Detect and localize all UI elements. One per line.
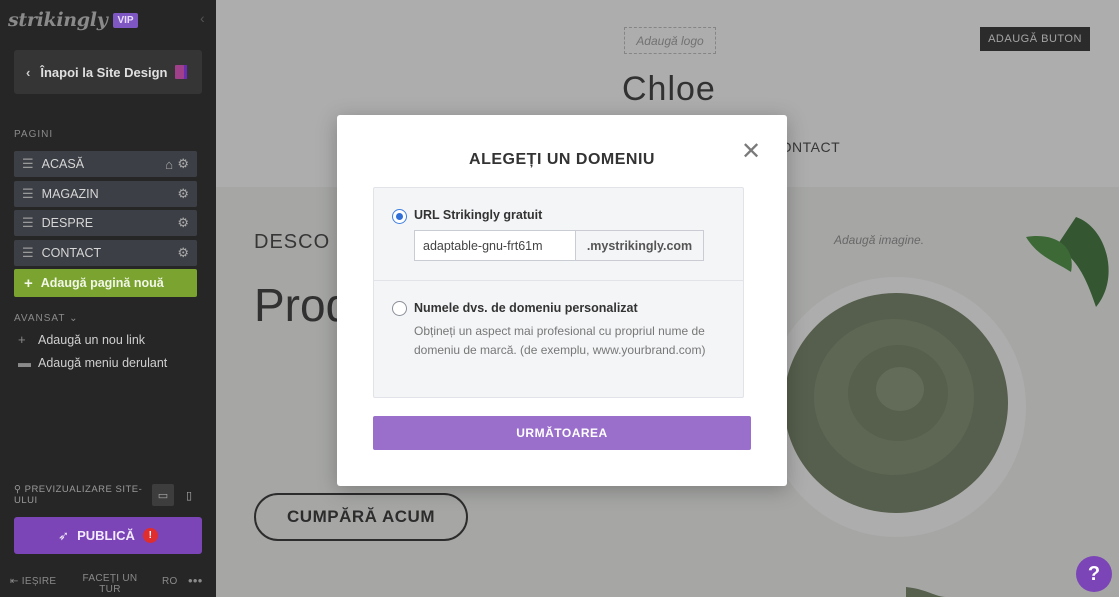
exit-label: IEȘIRE xyxy=(21,576,57,587)
help-button[interactable]: ? xyxy=(1076,556,1112,592)
custom-domain-label[interactable]: Numele dvs. de domeniu personalizat xyxy=(414,301,638,315)
gear-icon[interactable]: ⚙ xyxy=(177,215,189,231)
add-page-button[interactable]: + Adaugă pagină nouă xyxy=(14,269,197,297)
back-to-site-design-button[interactable]: ‹ Înapoi la Site Design xyxy=(14,50,202,94)
preview-row: ⚲ PREVIZUALIZARE SITE-ULUI ▭ ▯ xyxy=(14,484,202,508)
modal-title: ALEGEȚI UN DOMENIU xyxy=(469,151,655,168)
page-item-acasa[interactable]: ☰ ACASĂ ⌂ ⚙ xyxy=(14,151,197,177)
free-url-radio[interactable] xyxy=(392,209,407,224)
custom-domain-description: Obțineți un aspect mai profesional cu pr… xyxy=(414,324,706,357)
domain-suffix: .mystrikingly.com xyxy=(575,230,704,261)
subdomain-input[interactable]: adaptable-gnu-frt61m xyxy=(414,230,576,261)
collapse-sidebar-icon[interactable]: ‹ xyxy=(200,10,205,26)
book-icon xyxy=(175,65,188,79)
drag-handle-icon[interactable]: ☰ xyxy=(22,215,34,231)
rocket-icon: ➶ xyxy=(58,527,70,543)
back-button-label: Înapoi la Site Design xyxy=(40,64,168,80)
arrow-left-icon: ⇤ xyxy=(10,576,22,587)
next-button[interactable]: URMĂTOAREA xyxy=(373,416,751,450)
page-item-label: CONTACT xyxy=(41,246,102,260)
advanced-label: AVANSAT xyxy=(14,313,66,324)
publish-label: PUBLICĂ xyxy=(77,528,135,543)
page-item-despre[interactable]: ☰ DESPRE ⚙ xyxy=(14,210,197,236)
strikingly-logo[interactable]: strikingly xyxy=(8,9,108,31)
add-dropdown-button[interactable]: ▬ Adaugă meniu derulant xyxy=(18,355,167,370)
publish-button[interactable]: ➶ PUBLICĂ ! xyxy=(14,517,202,554)
domain-options: URL Strikingly gratuit adaptable-gnu-frt… xyxy=(373,187,744,398)
pages-section-label: PAGINI xyxy=(14,129,54,140)
chevron-down-icon: ⌄ xyxy=(69,313,79,324)
more-icon[interactable]: ••• xyxy=(188,573,203,588)
page-item-magazin[interactable]: ☰ MAGAZIN ⚙ xyxy=(14,181,197,207)
close-icon[interactable]: ✕ xyxy=(741,137,761,166)
take-tour-button[interactable]: FACEȚI UN TUR xyxy=(80,573,140,595)
advanced-toggle[interactable]: AVANSAT ⌄ xyxy=(14,313,78,324)
gear-icon[interactable]: ⚙ xyxy=(177,245,189,261)
folder-icon: ▬ xyxy=(18,355,31,370)
home-icon: ⌂ xyxy=(165,156,173,172)
drag-handle-icon[interactable]: ☰ xyxy=(22,186,34,202)
gear-icon[interactable]: ⚙ xyxy=(177,186,189,202)
drag-handle-icon[interactable]: ☰ xyxy=(22,156,34,172)
preview-site-button[interactable]: ⚲ PREVIZUALIZARE SITE-ULUI xyxy=(14,484,150,506)
custom-domain-radio[interactable] xyxy=(392,301,407,316)
mobile-icon[interactable]: ▯ xyxy=(178,484,200,506)
page-item-label: MAGAZIN xyxy=(41,187,99,201)
page-item-contact[interactable]: ☰ CONTACT ⚙ xyxy=(14,240,197,266)
sidebar-footer: ⇤ IEȘIRE FACEȚI UN TUR RO ••• xyxy=(0,570,216,597)
language-selector[interactable]: RO xyxy=(162,576,178,587)
free-url-label[interactable]: URL Strikingly gratuit xyxy=(414,208,542,222)
warning-icon: ! xyxy=(142,528,158,543)
gear-icon[interactable]: ⚙ xyxy=(177,156,189,172)
vip-badge: VIP xyxy=(113,12,138,28)
page-item-label: ACASĂ xyxy=(41,157,85,171)
desktop-icon[interactable]: ▭ xyxy=(152,484,174,506)
add-link-button[interactable]: + Adaugă un nou link xyxy=(18,332,145,347)
divider xyxy=(374,280,743,281)
plus-icon: + xyxy=(18,332,26,347)
add-page-label: Adaugă pagină nouă xyxy=(40,276,164,290)
page-item-label: DESPRE xyxy=(41,216,94,230)
preview-label: PREVIZUALIZARE SITE-ULUI xyxy=(14,484,143,506)
sidebar: strikingly VIP ‹ ‹ Înapoi la Site Design… xyxy=(0,0,216,597)
choose-domain-modal: ALEGEȚI UN DOMENIU ✕ URL Strikingly grat… xyxy=(337,115,787,486)
brand: strikingly VIP xyxy=(8,8,138,32)
chevron-left-icon: ‹ xyxy=(26,64,31,80)
add-link-label: Adaugă un nou link xyxy=(38,332,146,347)
search-icon: ⚲ xyxy=(14,484,25,495)
exit-button[interactable]: ⇤ IEȘIRE xyxy=(10,576,56,587)
plus-icon: + xyxy=(24,274,33,292)
add-dropdown-label: Adaugă meniu derulant xyxy=(38,355,168,370)
drag-handle-icon[interactable]: ☰ xyxy=(22,245,34,261)
